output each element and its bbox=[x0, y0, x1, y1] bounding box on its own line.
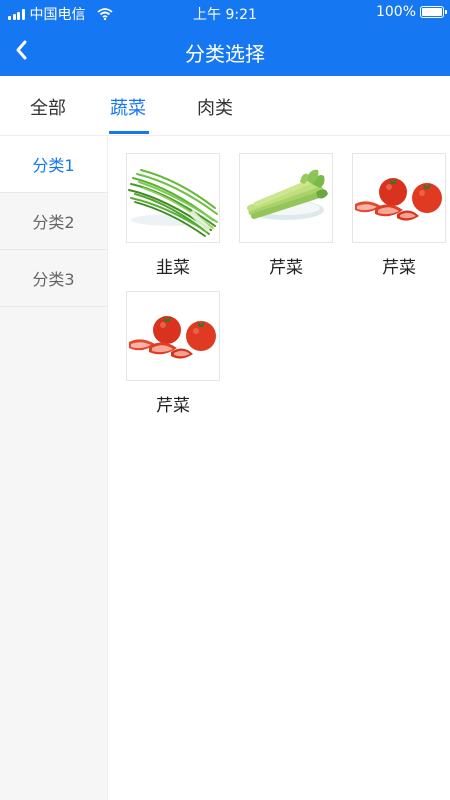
sidebar-item-category-1[interactable]: 分类1 bbox=[0, 136, 107, 193]
product-card[interactable]: 芹菜 bbox=[126, 291, 220, 416]
sidebar-item-label: 分类2 bbox=[32, 213, 75, 232]
status-bar: 中国电信 上午 9:21 100% bbox=[0, 0, 450, 24]
page-title: 分类选择 bbox=[185, 42, 265, 66]
product-name: 芹菜 bbox=[269, 258, 303, 278]
product-card[interactable]: 韭菜 bbox=[126, 153, 220, 278]
tab-meat[interactable]: 肉类 bbox=[197, 94, 233, 120]
battery-icon bbox=[420, 6, 447, 18]
sidebar: 分类1 分类2 分类3 bbox=[0, 136, 108, 800]
category-tabs: 全部 蔬菜 肉类 bbox=[0, 76, 450, 136]
nav-bar: 分类选择 bbox=[0, 24, 450, 76]
product-card[interactable]: 芹菜 bbox=[352, 153, 446, 278]
sidebar-item-category-2[interactable]: 分类2 bbox=[0, 193, 107, 250]
product-image-chives bbox=[126, 153, 220, 243]
product-name: 芹菜 bbox=[156, 396, 190, 416]
sidebar-item-category-3[interactable]: 分类3 bbox=[0, 250, 107, 307]
tab-vegetables[interactable]: 蔬菜 bbox=[110, 94, 146, 120]
product-name: 韭菜 bbox=[156, 258, 190, 278]
product-image-celery bbox=[239, 153, 333, 243]
tab-all[interactable]: 全部 bbox=[30, 94, 66, 120]
sidebar-item-label: 分类1 bbox=[32, 156, 75, 175]
battery-percent: 100% bbox=[375, 4, 416, 20]
active-tab-indicator bbox=[109, 131, 149, 134]
product-image-tomatoes bbox=[352, 153, 446, 243]
sidebar-item-label: 分类3 bbox=[32, 270, 75, 289]
product-name: 芹菜 bbox=[382, 258, 416, 278]
product-card[interactable]: 芹菜 bbox=[239, 153, 333, 278]
status-right: 100% bbox=[375, 4, 447, 20]
product-grid: 韭菜 芹菜 芹菜 芹菜 bbox=[108, 136, 450, 800]
product-image-tomatoes bbox=[126, 291, 220, 381]
